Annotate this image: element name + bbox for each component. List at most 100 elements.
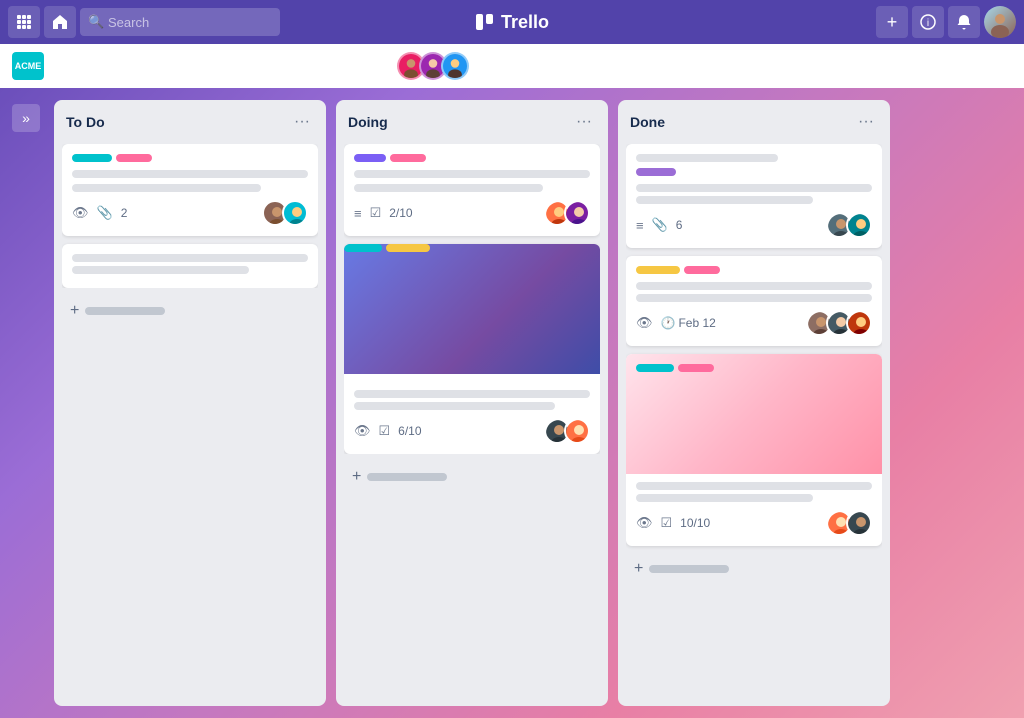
cover-labels-7 — [636, 364, 714, 372]
eye-icon-4: 👁 — [354, 423, 371, 439]
column-title-todo: To Do — [66, 114, 105, 130]
card-avatars-3 — [544, 200, 590, 226]
card-done-1[interactable]: ≡ 📎 6 — [626, 144, 882, 248]
add-button[interactable]: + — [876, 6, 908, 38]
list-icon-3: ≡ — [354, 206, 362, 221]
info-button[interactable]: i — [912, 6, 944, 38]
board-filter[interactable] — [932, 54, 1012, 78]
card-meta-4: 👁 ☑ 6/10 — [354, 418, 590, 444]
check-icon-7: ☑ — [661, 515, 673, 531]
card-avatars-5 — [826, 212, 872, 238]
card-line-7a — [636, 482, 872, 490]
label-purple-3 — [354, 154, 386, 162]
column-header-done: Done ··· — [626, 108, 882, 136]
column-scroll-done: ≡ 📎 6 — [626, 144, 882, 584]
card-doing-1[interactable]: ≡ ☑ 2/10 — [344, 144, 600, 236]
card-meta-left-3: ≡ ☑ 2/10 — [354, 205, 413, 221]
clock-icon-6: 🕐 — [661, 316, 676, 330]
card-avatar-5b — [846, 212, 872, 238]
members-count[interactable]: +12 — [481, 52, 517, 80]
invite-button[interactable]: Invite — [525, 52, 582, 80]
column-menu-doing[interactable]: ··· — [572, 110, 596, 134]
card-cover-7 — [626, 354, 882, 474]
column-menu-todo[interactable]: ··· — [290, 110, 314, 134]
app-logo: Trello — [475, 12, 549, 33]
clip-icon-1: 📎 — [97, 205, 113, 221]
clip-count-1: 2 — [121, 206, 128, 220]
topbar-right: + i — [876, 6, 1016, 38]
card-avatar-7b — [846, 510, 872, 536]
board-title: Project Team Spirit — [94, 56, 248, 76]
card-labels-1 — [72, 154, 308, 162]
user-avatar[interactable] — [984, 6, 1016, 38]
cover-label-cyan — [344, 244, 382, 252]
card-body-4: 👁 ☑ 6/10 — [344, 382, 600, 454]
card-line-5a — [636, 184, 872, 192]
apps-button[interactable] — [8, 6, 40, 38]
card-avatars-6 — [806, 310, 872, 336]
eye-icon-1: 👁 — [72, 205, 89, 221]
workspace-logo: ACME — [12, 52, 44, 80]
column-scroll-doing: ≡ ☑ 2/10 — [344, 144, 600, 454]
add-card-todo[interactable]: + — [62, 296, 318, 326]
card-todo-1[interactable]: 👁 📎 2 — [62, 144, 318, 236]
label-pink — [116, 154, 152, 162]
label-pink-6 — [684, 266, 720, 274]
eye-icon-6: 👁 — [636, 315, 653, 331]
card-subtitle-1 — [72, 184, 261, 192]
column-doing: Doing ··· ≡ ☑ 2/10 — [336, 100, 608, 706]
card-meta-5: ≡ 📎 6 — [636, 212, 872, 238]
card-title-1 — [72, 170, 308, 178]
list-icon-5: ≡ — [636, 218, 644, 233]
add-card-done[interactable]: + — [626, 554, 882, 584]
card-meta-1: 👁 📎 2 — [72, 200, 308, 226]
check-icon-3: ☑ — [370, 205, 382, 221]
member-avatar-3[interactable] — [441, 52, 469, 80]
check-count-4: 6/10 — [398, 424, 421, 438]
board-header-right: ··· — [898, 52, 1012, 80]
card-line-5b — [636, 196, 813, 204]
workspace-label-btn[interactable]: Acme, Inc. — [295, 52, 372, 80]
card-line-5top — [636, 154, 778, 162]
card-avatars-1 — [262, 200, 308, 226]
card-done-2[interactable]: 👁 🕐 Feb 12 — [626, 256, 882, 346]
card-avatar-3b — [564, 200, 590, 226]
search-input[interactable] — [80, 8, 280, 36]
card-line-6a — [636, 282, 872, 290]
add-card-doing[interactable]: + — [344, 462, 600, 492]
star-button[interactable]: ★ — [256, 56, 270, 76]
column-menu-done[interactable]: ··· — [854, 110, 878, 134]
cover-label-7a — [636, 364, 674, 372]
card-labels-3 — [354, 154, 590, 162]
label-teal — [72, 154, 112, 162]
add-placeholder-doing — [367, 473, 447, 481]
topbar: 🔍 Trello + i — [0, 0, 1024, 44]
search-wrapper: 🔍 — [80, 8, 280, 36]
board-area: » To Do ··· 👁 📎 2 — [0, 88, 1024, 718]
card-done-3[interactable]: 👁 ☑ 10/10 — [626, 354, 882, 546]
card-todo-2[interactable] — [62, 244, 318, 288]
card-title-3 — [354, 170, 590, 178]
card-doing-2[interactable]: 👁 ☑ 6/10 — [344, 244, 600, 454]
eye-icon-7: 👁 — [636, 515, 653, 531]
notification-button[interactable] — [948, 6, 980, 38]
card-avatars-7 — [826, 510, 872, 536]
board-more-button[interactable]: ··· — [898, 52, 926, 80]
label-purple-5 — [636, 168, 676, 176]
check-icon-4: ☑ — [379, 423, 391, 439]
card-meta-6: 👁 🕐 Feb 12 — [636, 310, 872, 336]
add-placeholder-todo — [85, 307, 165, 315]
card-line-4a — [354, 390, 590, 398]
cover-labels — [344, 244, 430, 252]
workspace-switcher[interactable] — [52, 52, 86, 80]
collapse-button[interactable]: » — [12, 104, 40, 132]
column-header-todo: To Do ··· — [62, 108, 318, 136]
card-meta-left-5: ≡ 📎 6 — [636, 217, 682, 233]
card-line-2a — [72, 254, 308, 262]
home-button[interactable] — [44, 6, 76, 38]
card-meta-left-1: 👁 📎 2 — [72, 205, 127, 221]
column-title-done: Done — [630, 114, 665, 130]
column-done: Done ··· ≡ 📎 6 — [618, 100, 890, 706]
cover-label-yellow — [386, 244, 430, 252]
card-line-4b — [354, 402, 555, 410]
